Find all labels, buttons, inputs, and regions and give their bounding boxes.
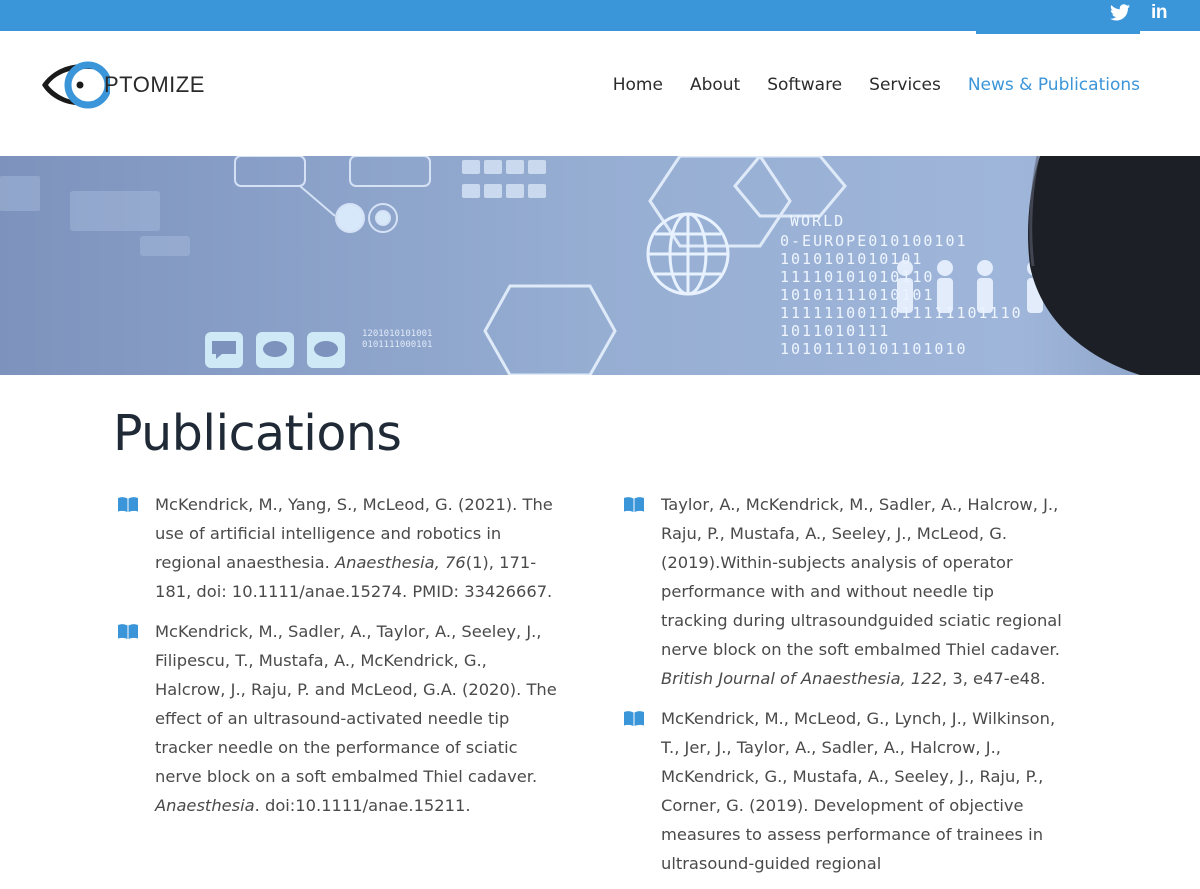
- twitter-icon[interactable]: [1109, 0, 1131, 25]
- main-nav: Home About Software Services News & Publ…: [586, 75, 1140, 95]
- book-icon: [624, 711, 644, 726]
- banner-binary-1: 0-EUROPE010100101: [780, 232, 968, 250]
- linkedin-icon[interactable]: in: [1148, 0, 1170, 25]
- publications-column-right: Taylor, A., McKendrick, M., Sadler, A., …: [623, 490, 1063, 889]
- logo[interactable]: PTOMIZE: [40, 53, 220, 117]
- publication-details: , 3, e47-e48.: [941, 669, 1046, 688]
- main-content: Publications McKendrick, M., Yang, S., M…: [0, 375, 1200, 873]
- banner-binary-small-1: 1201010101001: [362, 329, 432, 339]
- linkedin-label: in: [1151, 2, 1167, 23]
- publication-journal: Anaesthesia: [155, 796, 255, 815]
- nav-active-indicator: [976, 31, 1140, 34]
- book-icon: [624, 497, 644, 512]
- publication-item: Taylor, A., McKendrick, M., Sadler, A., …: [623, 490, 1063, 693]
- publications-column-left: McKendrick, M., Yang, S., McLeod, G. (20…: [117, 490, 557, 831]
- publication-item: McKendrick, M., McLeod, G., Lynch, J., W…: [623, 704, 1063, 878]
- banner-binary-6: 1011010111: [780, 322, 890, 340]
- top-bar: in: [0, 0, 1200, 31]
- nav-about[interactable]: About: [690, 75, 740, 95]
- publication-text: McKendrick, M., Sadler, A., Taylor, A., …: [155, 622, 557, 786]
- book-icon: [118, 624, 138, 639]
- hero-banner: 1201010101001 0101111000101 WORLD 0-EURO…: [0, 156, 1200, 375]
- banner-binary-small-2: 0101111000101: [362, 340, 432, 350]
- publication-text: Taylor, A., McKendrick, M., Sadler, A., …: [661, 495, 1062, 659]
- banner-binary-7: 10101110101101010: [780, 340, 968, 358]
- nav-software[interactable]: Software: [767, 75, 842, 95]
- site-header: PTOMIZE Home About Software Services New…: [0, 31, 1200, 156]
- page-title: Publications: [113, 405, 402, 462]
- publication-item: McKendrick, M., Sadler, A., Taylor, A., …: [117, 617, 557, 820]
- book-icon: [118, 497, 138, 512]
- eye-logo-icon: [42, 61, 110, 109]
- banner-image: 1201010101001 0101111000101 WORLD 0-EURO…: [0, 156, 1200, 375]
- nav-news-publications[interactable]: News & Publications: [968, 75, 1140, 95]
- publication-journal: British Journal of Anaesthesia, 122: [661, 669, 942, 688]
- nav-home[interactable]: Home: [613, 75, 663, 95]
- nav-services[interactable]: Services: [869, 75, 941, 95]
- publication-details: . doi:10.1111/anae.15211.: [254, 796, 471, 815]
- logo-text: PTOMIZE: [104, 72, 205, 97]
- publication-item: McKendrick, M., Yang, S., McLeod, G. (20…: [117, 490, 557, 606]
- publication-text: McKendrick, M., McLeod, G., Lynch, J., W…: [661, 709, 1056, 873]
- banner-world-label: WORLD: [790, 212, 845, 230]
- publication-journal: Anaesthesia, 76: [335, 553, 466, 572]
